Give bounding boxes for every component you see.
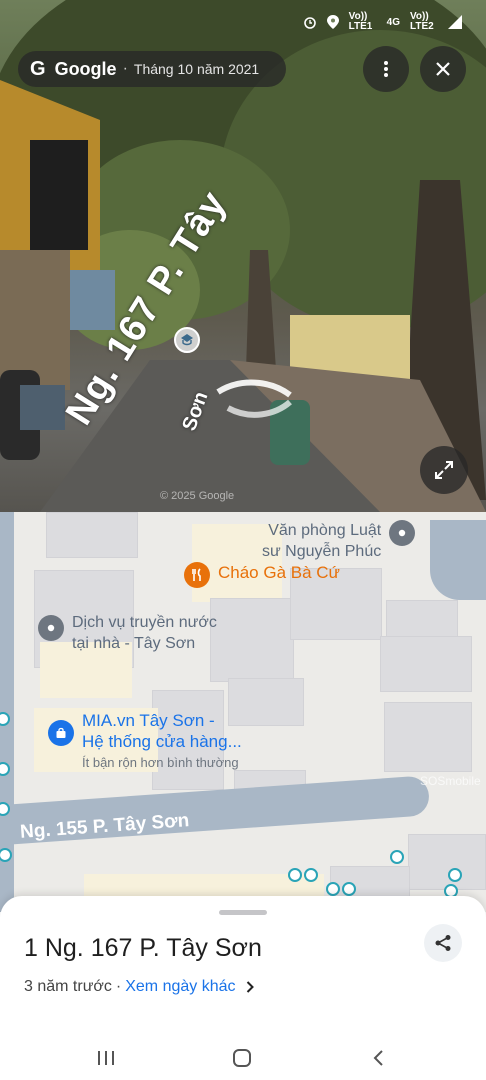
poi-label: MIA.vn Tây Sơn - Hệ thống cửa hàng... Ít… <box>82 710 242 773</box>
poi-name-line2: sư Nguyễn Phúc <box>262 543 382 560</box>
header-separator: · <box>122 60 128 77</box>
chevron-right-icon[interactable] <box>246 981 254 993</box>
google-g-icon: G <box>30 57 46 80</box>
poi-law-office[interactable]: Văn phòng Luật sư Nguyễn Phúc <box>262 520 416 562</box>
poi-label: Dịch vụ truyền nước tại nhà - Tây Sơn <box>72 612 217 654</box>
map-watermark: SOSmobile <box>420 774 481 788</box>
place-title: 1 Ng. 167 P. Tây Sơn <box>24 934 262 962</box>
google-watermark: © 2025 Google <box>160 490 235 502</box>
pin-icon <box>389 520 416 546</box>
share-button[interactable] <box>424 924 462 962</box>
poi-mia[interactable]: MIA.vn Tây Sơn - Hệ thống cửa hàng... Ít… <box>48 710 242 773</box>
home-button[interactable] <box>222 1044 262 1072</box>
shopping-bag-icon <box>48 720 74 746</box>
network-sim1: Vo)) LTE1 <box>348 11 373 32</box>
poi-name-line2: tại nhà - Tây Sơn <box>72 635 196 652</box>
map-building <box>380 636 472 692</box>
poi-busy-status: Ít bận rộn hơn bình thường <box>82 755 239 770</box>
capture-meta: 3 năm trước · Xem ngày khác <box>24 978 254 996</box>
transit-stop-icon <box>342 882 356 896</box>
expand-icon <box>435 461 453 479</box>
location-icon <box>326 15 339 29</box>
recent-apps-button[interactable] <box>86 1044 126 1072</box>
street-view-camera-icon[interactable] <box>174 327 200 353</box>
poi-name-line1: MIA.vn Tây Sơn - <box>82 711 215 730</box>
poi-name-line2: Hệ thống cửa hàng... <box>82 732 242 751</box>
expand-button[interactable] <box>420 446 468 494</box>
google-brand: Google <box>54 58 117 79</box>
meta-separator: · <box>115 978 122 995</box>
status-icons: Vo)) LTE1 4G Vo)) LTE2 <box>303 12 462 32</box>
poi-name-line1: Dịch vụ truyền nước <box>72 614 217 631</box>
poi-name: Cháo Gà Bà Cứ <box>218 563 340 582</box>
drag-handle[interactable] <box>219 910 267 915</box>
place-sheet[interactable]: 1 Ng. 167 P. Tây Sơn 3 năm trước · Xem n… <box>0 896 486 1036</box>
map-building <box>46 512 138 558</box>
poi-name-line1: Văn phòng Luật <box>268 522 382 539</box>
back-icon <box>373 1050 383 1066</box>
street-view-panorama[interactable]: Vo)) LTE1 4G Vo)) LTE2 G Google · Tháng … <box>0 0 486 512</box>
transit-stop-icon <box>288 868 302 882</box>
more-options-button[interactable] <box>363 46 409 92</box>
map-building <box>210 598 294 682</box>
signal-icon <box>448 15 462 29</box>
close-button[interactable] <box>420 46 466 92</box>
map-view[interactable]: Ng. 155 P. Tây Sơn Văn phòng Luật sư Ngu… <box>0 512 486 912</box>
transit-stop-icon <box>326 882 340 896</box>
pin-icon <box>38 615 64 641</box>
poi-chao-ga[interactable]: Cháo Gà Bà Cứ <box>184 562 340 588</box>
transit-stop-icon <box>390 850 404 864</box>
capture-date: Tháng 10 năm 2021 <box>133 61 260 77</box>
share-icon <box>435 935 451 951</box>
transit-stop-icon <box>448 868 462 882</box>
see-other-dates-link[interactable]: Xem ngày khác <box>125 978 235 996</box>
more-vert-icon <box>384 61 388 77</box>
fork-knife-icon <box>184 562 210 588</box>
network-sim2: Vo)) LTE2 <box>410 11 434 32</box>
network-type: 4G <box>386 16 400 28</box>
map-road <box>430 520 486 600</box>
recent-apps-icon <box>98 1051 114 1065</box>
home-icon <box>233 1049 251 1067</box>
map-building <box>384 702 472 772</box>
street-view-header: G Google · Tháng 10 năm 2021 <box>18 51 286 87</box>
transit-stop-icon <box>304 868 318 882</box>
close-icon <box>436 62 450 76</box>
capture-age: 3 năm trước <box>24 978 112 995</box>
map-building <box>386 600 458 640</box>
alarm-icon <box>303 15 317 29</box>
system-nav-bar <box>0 1036 486 1080</box>
map-building <box>408 834 486 890</box>
back-button[interactable] <box>358 1044 398 1072</box>
poi-truyen-nuoc[interactable]: Dịch vụ truyền nước tại nhà - Tây Sơn <box>38 612 217 654</box>
status-bar: Vo)) LTE1 4G Vo)) LTE2 <box>0 0 486 44</box>
poi-label: Văn phòng Luật sư Nguyễn Phúc <box>262 520 381 562</box>
